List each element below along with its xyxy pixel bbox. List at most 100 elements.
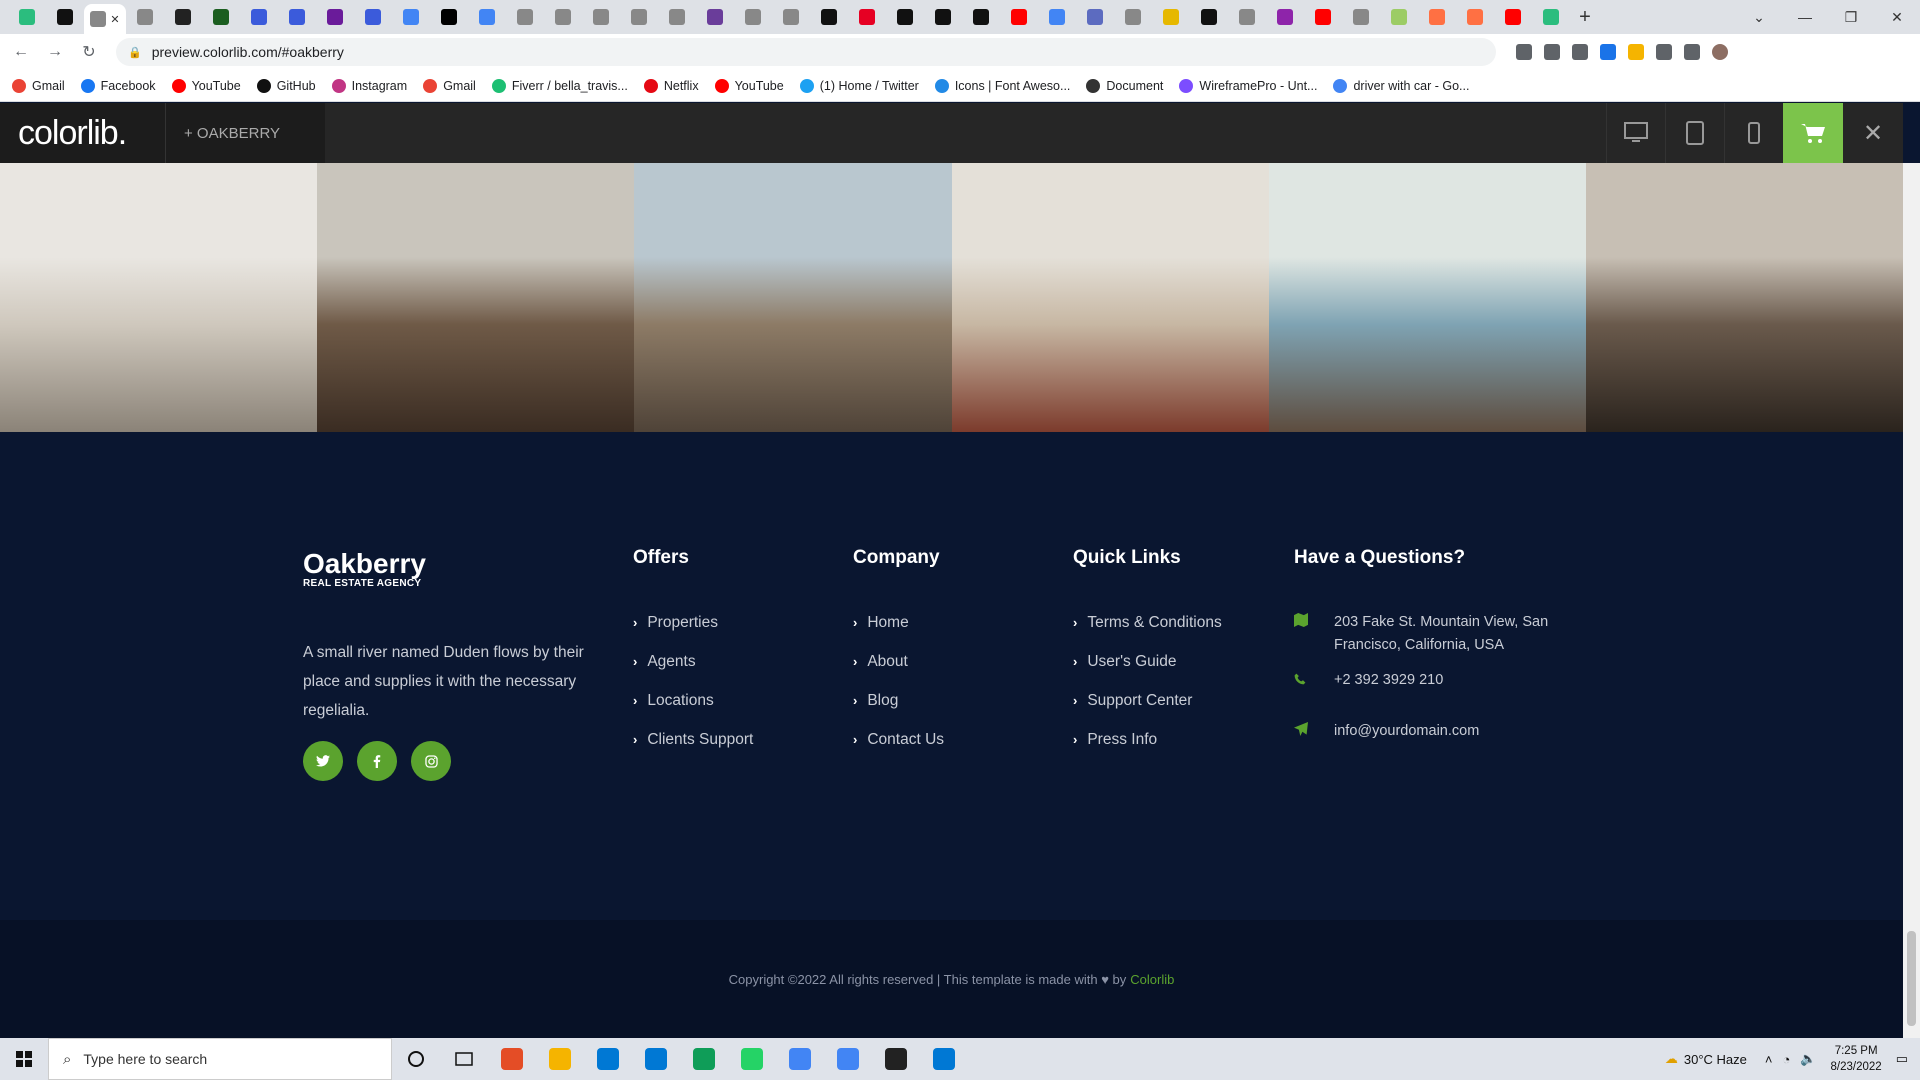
- puzzle-icon[interactable]: [1656, 44, 1672, 60]
- browser-tab[interactable]: [886, 2, 924, 32]
- reload-icon[interactable]: ↻: [76, 42, 102, 62]
- browser-tab[interactable]: [810, 2, 848, 32]
- bookmark-item[interactable]: GitHub: [256, 78, 316, 93]
- browser-tab[interactable]: [658, 2, 696, 32]
- notification-icon[interactable]: ▭: [1896, 1051, 1908, 1067]
- taskbar-app-icon[interactable]: [872, 1038, 920, 1080]
- extension-icon[interactable]: [1628, 44, 1644, 60]
- extension-icon[interactable]: [1600, 44, 1616, 60]
- restore-button[interactable]: ❐: [1828, 0, 1874, 34]
- cart-icon[interactable]: [1783, 103, 1843, 163]
- bookmark-item[interactable]: YouTube: [714, 78, 784, 93]
- gallery-image-dining-table[interactable]: [1585, 163, 1904, 432]
- browser-tab[interactable]: [1076, 2, 1114, 32]
- new-tab-button[interactable]: +: [1570, 6, 1600, 29]
- bookmark-item[interactable]: WireframePro - Unt...: [1179, 78, 1317, 93]
- browser-tab[interactable]: [240, 2, 278, 32]
- offers-link[interactable]: › Locations: [633, 681, 753, 720]
- browser-tab[interactable]: [8, 2, 46, 32]
- close-tab-icon[interactable]: ✕: [110, 13, 119, 26]
- gallery-image-loft-view[interactable]: [634, 163, 952, 432]
- browser-tab[interactable]: [620, 2, 658, 32]
- offers-link[interactable]: › Agents: [633, 642, 753, 681]
- browser-tab[interactable]: [544, 2, 582, 32]
- colorlib-logo[interactable]: colorlib.: [0, 103, 165, 163]
- browser-tab[interactable]: [962, 2, 1000, 32]
- gallery-image-kitchen[interactable]: [317, 163, 635, 432]
- company-link[interactable]: › Blog: [853, 681, 944, 720]
- contact-phone[interactable]: +2 392 3929 210: [1294, 669, 1584, 692]
- quick-link[interactable]: › Support Center: [1073, 681, 1222, 720]
- browser-tab[interactable]: [278, 2, 316, 32]
- browser-tab[interactable]: [430, 2, 468, 32]
- page-scrollbar[interactable]: [1903, 163, 1920, 1038]
- browser-tab[interactable]: [202, 2, 240, 32]
- browser-tab[interactable]: [1038, 2, 1076, 32]
- company-link[interactable]: › About: [853, 642, 944, 681]
- browser-tab[interactable]: [734, 2, 772, 32]
- browser-tab[interactable]: [848, 2, 886, 32]
- taskbar-app-icon[interactable]: [584, 1038, 632, 1080]
- facebook-icon[interactable]: [357, 741, 397, 781]
- browser-tab[interactable]: [1190, 2, 1228, 32]
- gallery-image-lounge[interactable]: [1268, 163, 1586, 432]
- browser-tab[interactable]: [1456, 2, 1494, 32]
- taskbar-app-icon[interactable]: [680, 1038, 728, 1080]
- browser-tab[interactable]: [468, 2, 506, 32]
- taskbar-app-icon[interactable]: [488, 1038, 536, 1080]
- twitter-icon[interactable]: [303, 741, 343, 781]
- tray-chevron-icon[interactable]: ˄: [1765, 1052, 1773, 1067]
- windows-start-icon[interactable]: [0, 1038, 48, 1080]
- bookmark-item[interactable]: Instagram: [331, 78, 407, 93]
- taskbar-app-icon[interactable]: [728, 1038, 776, 1080]
- company-link[interactable]: › Contact Us: [853, 720, 944, 759]
- url-bar[interactable]: 🔒 preview.colorlib.com/#oakberry: [116, 38, 1496, 66]
- browser-tab[interactable]: [1152, 2, 1190, 32]
- browser-tab[interactable]: [1228, 2, 1266, 32]
- gallery-image-living-room[interactable]: [951, 163, 1269, 432]
- reading-list-icon[interactable]: [1684, 44, 1700, 60]
- browser-tab[interactable]: ✕: [84, 4, 126, 34]
- bookmark-item[interactable]: (1) Home / Twitter: [799, 78, 919, 93]
- browser-tab[interactable]: [1418, 2, 1456, 32]
- browser-tab[interactable]: [164, 2, 202, 32]
- browser-tab[interactable]: [1494, 2, 1532, 32]
- cortana-icon[interactable]: [392, 1038, 440, 1080]
- bookmark-star-icon[interactable]: [1544, 44, 1560, 60]
- translate-icon[interactable]: [1572, 44, 1588, 60]
- volume-icon[interactable]: 🔈: [1800, 1051, 1816, 1067]
- browser-tab[interactable]: [1342, 2, 1380, 32]
- task-view-icon[interactable]: [440, 1038, 488, 1080]
- browser-tab[interactable]: [46, 2, 84, 32]
- company-link[interactable]: › Home: [853, 603, 944, 642]
- taskbar-app-icon[interactable]: [632, 1038, 680, 1080]
- theme-selector[interactable]: + OAKBERRY: [165, 103, 325, 163]
- tab-search-icon[interactable]: ⌄: [1736, 0, 1782, 34]
- profile-avatar[interactable]: [1712, 44, 1728, 60]
- bookmark-item[interactable]: Document: [1086, 78, 1163, 93]
- bookmark-item[interactable]: Facebook: [80, 78, 156, 93]
- bookmark-item[interactable]: Fiverr / bella_travis...: [491, 78, 628, 93]
- instagram-icon[interactable]: [411, 741, 451, 781]
- browser-tab[interactable]: [392, 2, 430, 32]
- minimize-button[interactable]: —: [1782, 0, 1828, 34]
- weather-text[interactable]: 30°C Haze: [1684, 1052, 1747, 1067]
- clock[interactable]: 7:25 PM 8/23/2022: [1831, 1043, 1882, 1075]
- close-preview-icon[interactable]: ✕: [1843, 103, 1903, 163]
- taskbar-app-icon[interactable]: [776, 1038, 824, 1080]
- taskbar-app-icon[interactable]: [824, 1038, 872, 1080]
- close-window-button[interactable]: ✕: [1874, 0, 1920, 34]
- browser-tab[interactable]: [1000, 2, 1038, 32]
- mobile-view-icon[interactable]: [1724, 103, 1783, 163]
- bookmark-item[interactable]: Netflix: [643, 78, 699, 93]
- back-icon[interactable]: ←: [8, 43, 34, 61]
- taskbar-app-icon[interactable]: [920, 1038, 968, 1080]
- bookmark-item[interactable]: driver with car - Go...: [1333, 78, 1469, 93]
- footer-brand[interactable]: Oakberry REAL ESTATE AGENCY: [303, 548, 426, 589]
- forward-icon[interactable]: →: [42, 43, 68, 61]
- browser-tab[interactable]: [1532, 2, 1570, 32]
- gallery-image-dining-room[interactable]: [0, 163, 318, 432]
- bookmark-item[interactable]: Gmail: [12, 78, 65, 93]
- browser-tab[interactable]: [582, 2, 620, 32]
- scrollbar-thumb[interactable]: [1907, 931, 1916, 1026]
